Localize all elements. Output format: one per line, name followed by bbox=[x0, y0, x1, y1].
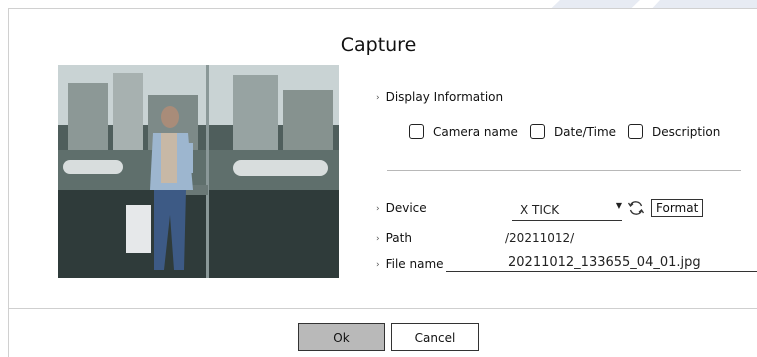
file-name-input[interactable]: 20211012_133655_04_01.jpg bbox=[446, 253, 757, 272]
format-button[interactable]: Format bbox=[651, 199, 704, 217]
description-label: Description bbox=[652, 124, 721, 139]
file-name-value: 20211012_133655_04_01.jpg bbox=[508, 255, 701, 270]
display-information-label: Display Information bbox=[376, 90, 504, 104]
date-time-label: Date/Time bbox=[553, 124, 617, 139]
ok-button[interactable]: Ok bbox=[298, 323, 385, 351]
display-information-options: Camera name Date/Time Description bbox=[409, 124, 732, 139]
file-name-label: File name bbox=[376, 257, 444, 271]
device-label: Device bbox=[376, 201, 427, 215]
device-selected-value: X TICK bbox=[520, 203, 560, 217]
capture-preview-image bbox=[58, 65, 339, 278]
camera-name-checkbox[interactable] bbox=[409, 124, 424, 139]
cancel-button[interactable]: Cancel bbox=[391, 323, 479, 351]
camera-name-label: Camera name bbox=[433, 124, 518, 139]
section-divider bbox=[387, 170, 741, 171]
dropdown-arrow-icon: ▼ bbox=[615, 201, 622, 210]
path-value: /20211012/ bbox=[505, 231, 575, 245]
date-time-checkbox[interactable] bbox=[529, 124, 545, 139]
device-select[interactable]: X TICK ▼ bbox=[512, 199, 622, 221]
footer-divider bbox=[8, 308, 757, 309]
dialog-title: Capture bbox=[340, 34, 417, 56]
path-label: Path bbox=[376, 231, 412, 245]
refresh-icon[interactable] bbox=[627, 199, 645, 217]
description-checkbox[interactable] bbox=[628, 124, 644, 139]
